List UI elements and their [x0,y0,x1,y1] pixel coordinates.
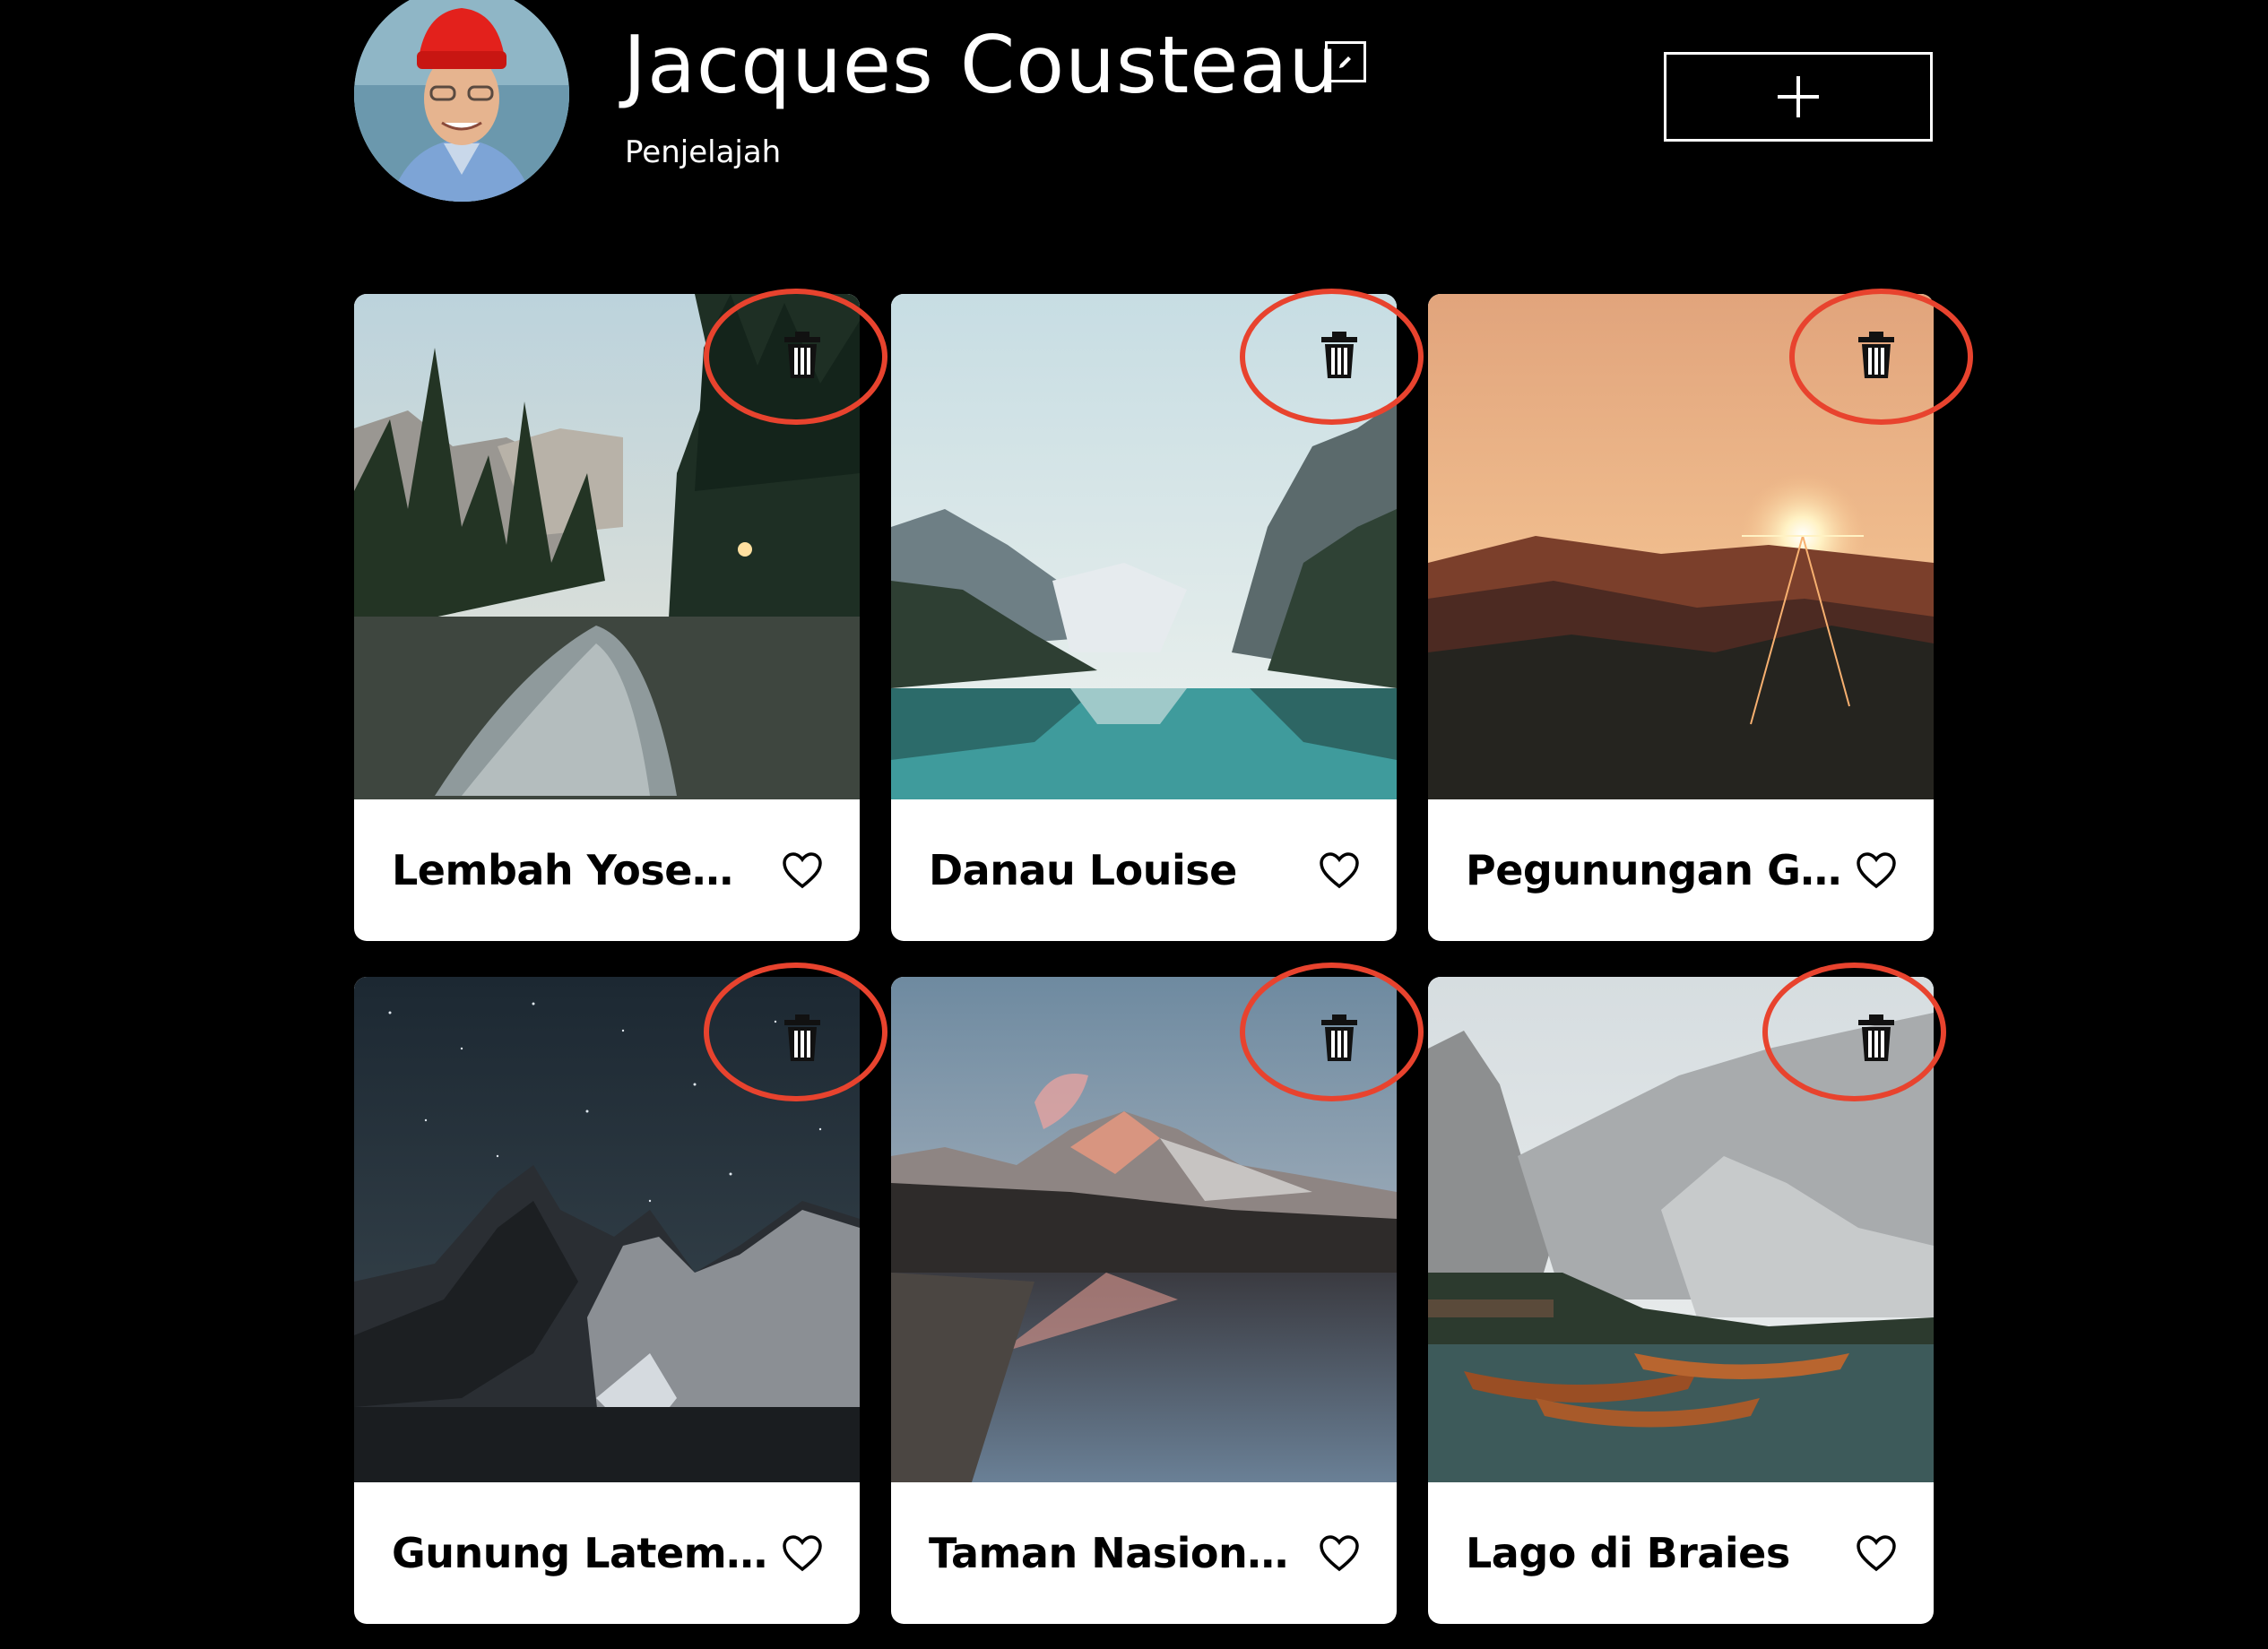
edit-profile-button[interactable] [1325,41,1366,82]
card-footer: Danau Louise [891,799,1397,941]
place-title: Taman Nasional Vanoise [929,1529,1305,1577]
heart-icon[interactable] [781,1533,824,1573]
profile-page: Jacques Cousteau Penjelajah Lembah Yosem… [0,0,2268,1649]
place-card: Lembah Yosemite [354,294,860,941]
plus-icon [1778,76,1819,117]
trash-icon[interactable] [781,1013,824,1063]
profile-name: Jacques Cousteau [623,19,1340,111]
place-card: Danau Louise [891,294,1397,941]
heart-icon[interactable] [1318,850,1361,890]
card-footer: Lago di Braies [1428,1482,1934,1624]
place-card: Pegunungan Gundul [1428,294,1934,941]
place-title: Pegunungan Gundul [1466,846,1842,894]
pencil-icon [1339,56,1351,68]
place-card: Lago di Braies [1428,977,1934,1624]
heart-icon[interactable] [1318,1533,1361,1573]
avatar[interactable] [354,0,569,202]
profile-job: Penjelajah [625,134,782,170]
card-footer: Gunung Latemar [354,1482,860,1624]
place-title: Lago di Braies [1466,1529,1790,1577]
heart-icon[interactable] [1855,1533,1898,1573]
place-title: Danau Louise [929,846,1237,894]
trash-icon[interactable] [1855,330,1898,380]
place-title: Lembah Yosemite [392,846,768,894]
add-place-button[interactable] [1664,52,1933,142]
place-card: Gunung Latemar [354,977,860,1624]
card-footer: Lembah Yosemite [354,799,860,941]
heart-icon[interactable] [1855,850,1898,890]
card-footer: Pegunungan Gundul [1428,799,1934,941]
place-title: Gunung Latemar [392,1529,768,1577]
trash-icon[interactable] [1855,1013,1898,1063]
heart-icon[interactable] [781,850,824,890]
card-footer: Taman Nasional Vanoise [891,1482,1397,1624]
place-card: Taman Nasional Vanoise [891,977,1397,1624]
trash-icon[interactable] [781,330,824,380]
trash-icon[interactable] [1318,330,1361,380]
trash-icon[interactable] [1318,1013,1361,1063]
